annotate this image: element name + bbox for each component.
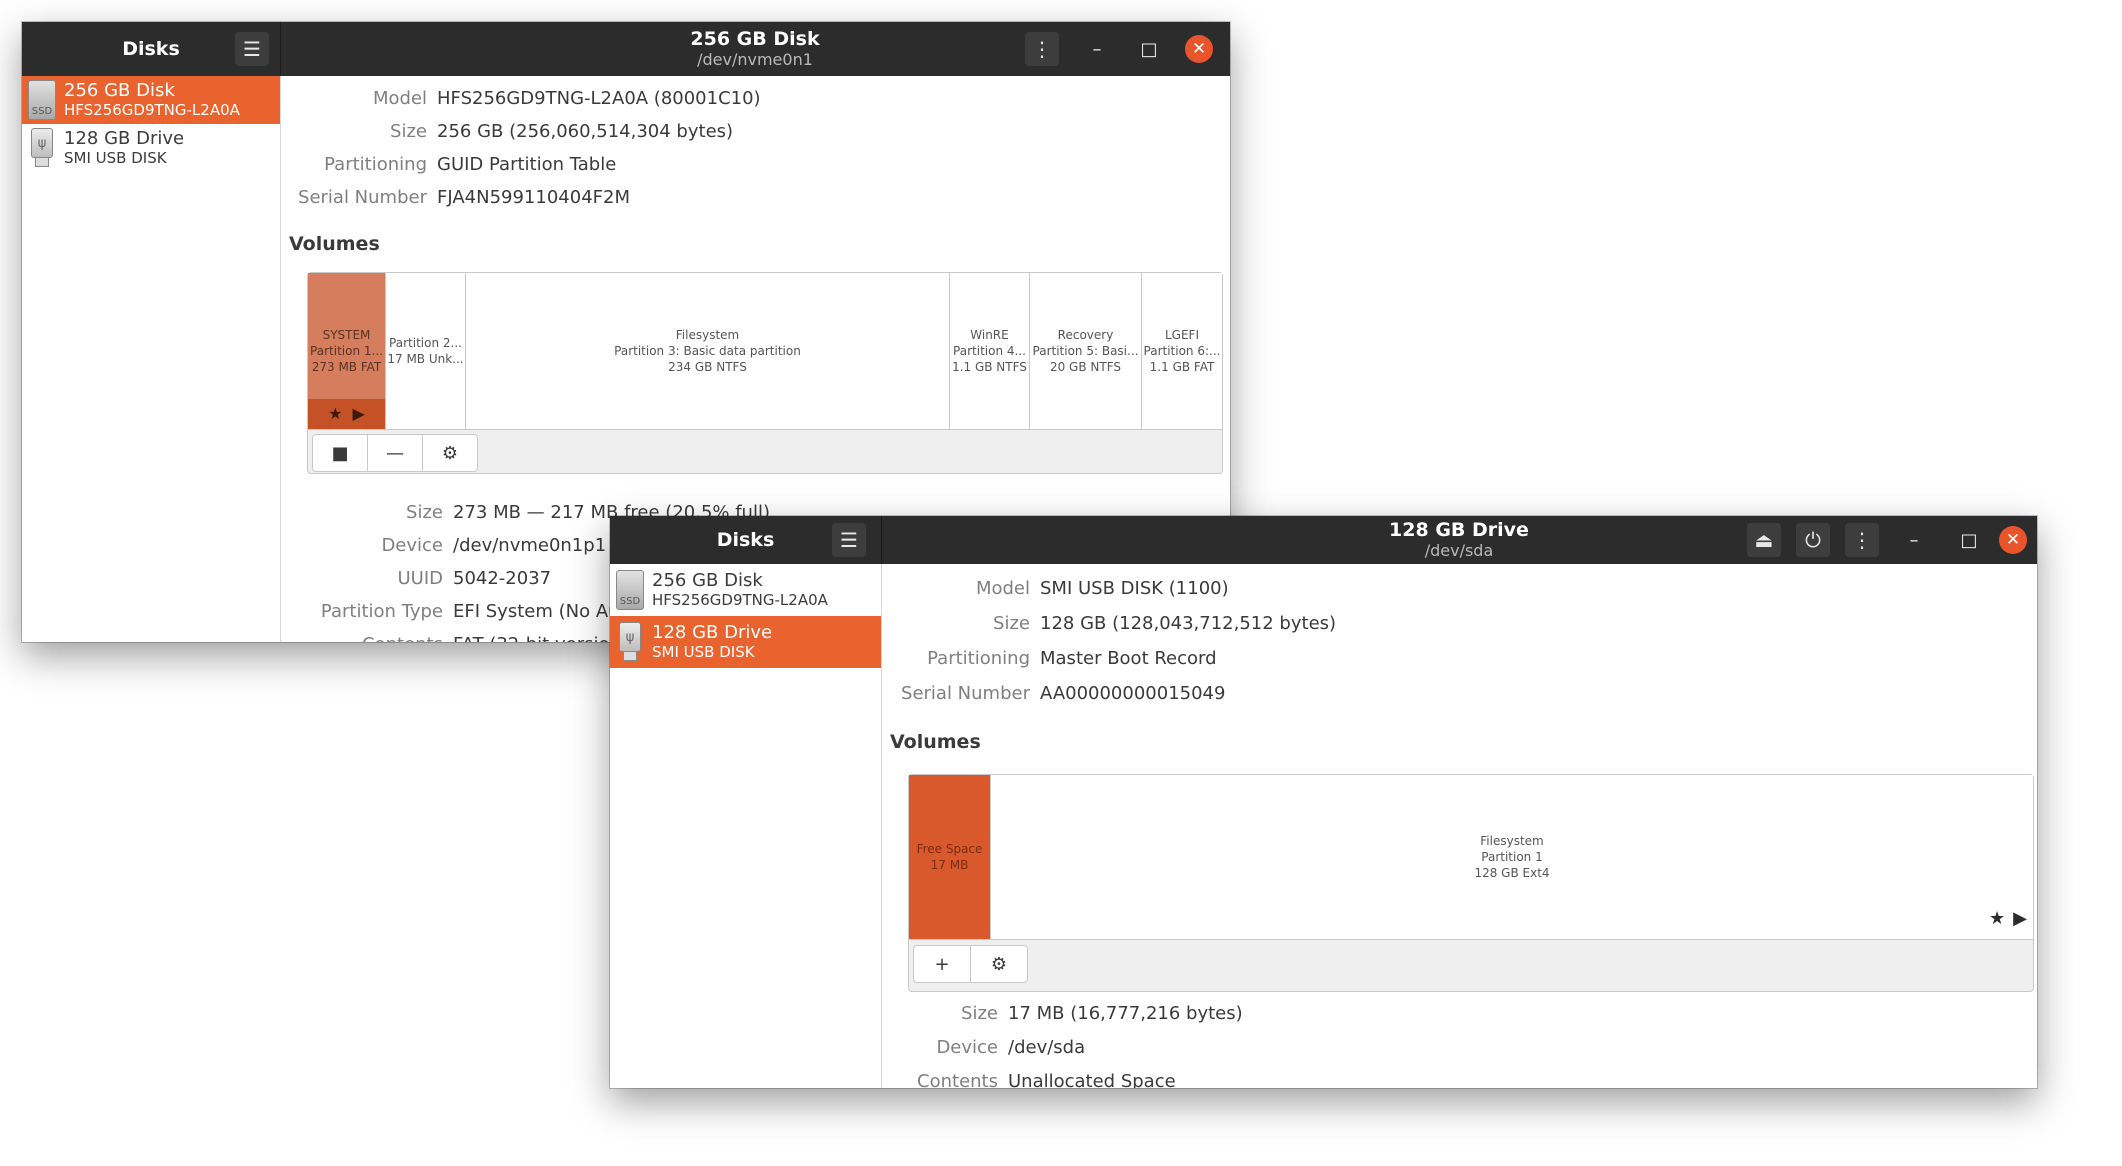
sidebar-header: Disks ☰	[22, 22, 281, 76]
usb-drive-icon: ψ	[30, 128, 54, 168]
close-button[interactable]: ✕	[1185, 35, 1213, 63]
partition-lgefi[interactable]: LGEFI Partition 6:... 1.1 GB FAT	[1142, 273, 1222, 429]
partition-winre[interactable]: WinRE Partition 4... 1.1 GB NTFS	[950, 273, 1030, 429]
minimize-icon: –	[1909, 529, 1919, 551]
minus-icon: —	[386, 442, 404, 464]
plus-icon: +	[934, 953, 950, 975]
partition-filesystem[interactable]: Filesystem Partition 1 128 GB Ext4 ★ ▶	[991, 775, 2033, 939]
sidebar-title: Disks	[716, 529, 775, 551]
sidebar-title: Disks	[122, 38, 180, 60]
disk-name: 256 GB Disk	[652, 570, 763, 592]
eject-button[interactable]: ⏏	[1747, 523, 1781, 557]
menu-icon: ☰	[840, 528, 858, 552]
disk-model: HFS256GD9TNG-L2A0A	[652, 590, 828, 609]
volumes-heading: Volumes	[289, 233, 380, 255]
maximize-icon: □	[1960, 529, 1978, 551]
volumes-heading: Volumes	[890, 731, 981, 753]
power-off-button[interactable]: ⏻	[1796, 523, 1830, 557]
disk-model: SMI USB DISK	[64, 148, 167, 167]
maximize-button[interactable]: □	[1955, 526, 1983, 554]
gear-icon: ⚙	[441, 442, 459, 464]
disk-item-128gb[interactable]: ψ 128 GB Drive SMI USB DISK	[610, 616, 881, 668]
maximize-icon: □	[1140, 38, 1158, 60]
usb-drive-icon: ψ	[618, 622, 642, 662]
more-options-button[interactable]: ⋮	[1845, 523, 1879, 557]
partition-bar: Free Space 17 MB Filesystem Partition 1 …	[909, 775, 2033, 940]
more-options-button[interactable]: ⋮	[1025, 32, 1059, 66]
delete-partition-button[interactable]: —	[367, 434, 423, 472]
create-partition-button[interactable]: +	[913, 945, 971, 983]
disk-details: Model SMI USB DISK (1100) Size 128 GB (1…	[882, 564, 2037, 1088]
disk-model: HFS256GD9TNG-L2A0A	[64, 100, 240, 119]
ssd-icon: SSD	[616, 570, 644, 610]
disk-list: SSD 256 GB Disk HFS256GD9TNG-L2A0A ψ 128…	[610, 564, 882, 1088]
star-icon: ★	[1989, 907, 2006, 929]
window-subtitle: /dev/sda	[1424, 540, 1494, 560]
more-vertical-icon: ⋮	[1852, 528, 1872, 552]
partition-recovery[interactable]: Recovery Partition 5: Basi... 20 GB NTFS	[1030, 273, 1142, 429]
disk-item-256gb[interactable]: SSD 256 GB Disk HFS256GD9TNG-L2A0A	[22, 76, 280, 124]
window-title: 128 GB Drive	[1389, 518, 1529, 541]
close-icon: ✕	[1191, 39, 1207, 59]
disk-item-256gb[interactable]: SSD 256 GB Disk HFS256GD9TNG-L2A0A	[610, 564, 881, 616]
star-icon: ★	[328, 404, 343, 424]
stop-button[interactable]: ■	[312, 434, 368, 472]
partition-settings-button[interactable]: ⚙	[970, 945, 1028, 983]
disks-window-128gb: Disks ☰ 128 GB Drive /dev/sda ⏏ ⏻ ⋮ – □ …	[610, 516, 2037, 1088]
disk-model: SMI USB DISK	[652, 642, 755, 661]
eject-icon: ⏏	[1754, 528, 1774, 552]
close-button[interactable]: ✕	[1999, 526, 2027, 554]
partition-actions: ★ ▶	[1989, 907, 2027, 931]
close-icon: ✕	[2005, 530, 2021, 550]
partition-system[interactable]: SYSTEM Partition 1... 273 MB FAT ★ ▶	[308, 273, 386, 429]
minimize-icon: –	[1092, 38, 1102, 60]
minimize-button[interactable]: –	[1083, 35, 1111, 63]
play-icon[interactable]: ▶	[2013, 907, 2027, 931]
partition-settings-button[interactable]: ⚙	[422, 434, 478, 472]
power-icon: ⏻	[1805, 528, 1821, 552]
disk-list: SSD 256 GB Disk HFS256GD9TNG-L2A0A ψ 128…	[22, 76, 281, 642]
menu-icon: ☰	[243, 37, 261, 61]
disk-item-128gb[interactable]: ψ 128 GB Drive SMI USB DISK	[22, 124, 280, 172]
ssd-icon: SSD	[28, 80, 56, 120]
gear-icon: ⚙	[990, 953, 1008, 975]
disk-name: 128 GB Drive	[64, 128, 185, 150]
window-title: 256 GB Disk	[690, 27, 820, 50]
partition-toolbar: + ⚙	[913, 945, 1028, 983]
partition-actions: ★ ▶	[308, 399, 385, 429]
play-icon[interactable]: ▶	[353, 403, 365, 425]
volume-map: Free Space 17 MB Filesystem Partition 1 …	[908, 774, 2034, 992]
window-subtitle: /dev/nvme0n1	[697, 49, 813, 69]
partition-bar: SYSTEM Partition 1... 273 MB FAT ★ ▶ Par…	[308, 273, 1222, 430]
disk-name: 256 GB Disk	[64, 80, 175, 102]
partition-2[interactable]: Partition 2... 17 MB Unk...	[386, 273, 466, 429]
menu-button[interactable]: ☰	[235, 32, 269, 66]
disk-name: 128 GB Drive	[652, 622, 773, 644]
sidebar-header: Disks ☰	[610, 516, 882, 564]
title-bar: Disks ☰ 256 GB Disk /dev/nvme0n1 ⋮ – □ ✕	[22, 22, 1230, 76]
partition-filesystem[interactable]: Filesystem Partition 3: Basic data parti…	[466, 273, 950, 429]
maximize-button[interactable]: □	[1135, 35, 1163, 63]
volume-map: SYSTEM Partition 1... 273 MB FAT ★ ▶ Par…	[307, 272, 1223, 474]
more-vertical-icon: ⋮	[1032, 37, 1052, 61]
menu-button[interactable]: ☰	[832, 523, 866, 557]
stop-icon: ■	[331, 442, 349, 464]
partition-free-space[interactable]: Free Space 17 MB	[909, 775, 991, 939]
partition-toolbar: ■ — ⚙	[312, 434, 478, 472]
minimize-button[interactable]: –	[1900, 526, 1928, 554]
title-bar: Disks ☰ 128 GB Drive /dev/sda ⏏ ⏻ ⋮ – □ …	[610, 516, 2037, 564]
